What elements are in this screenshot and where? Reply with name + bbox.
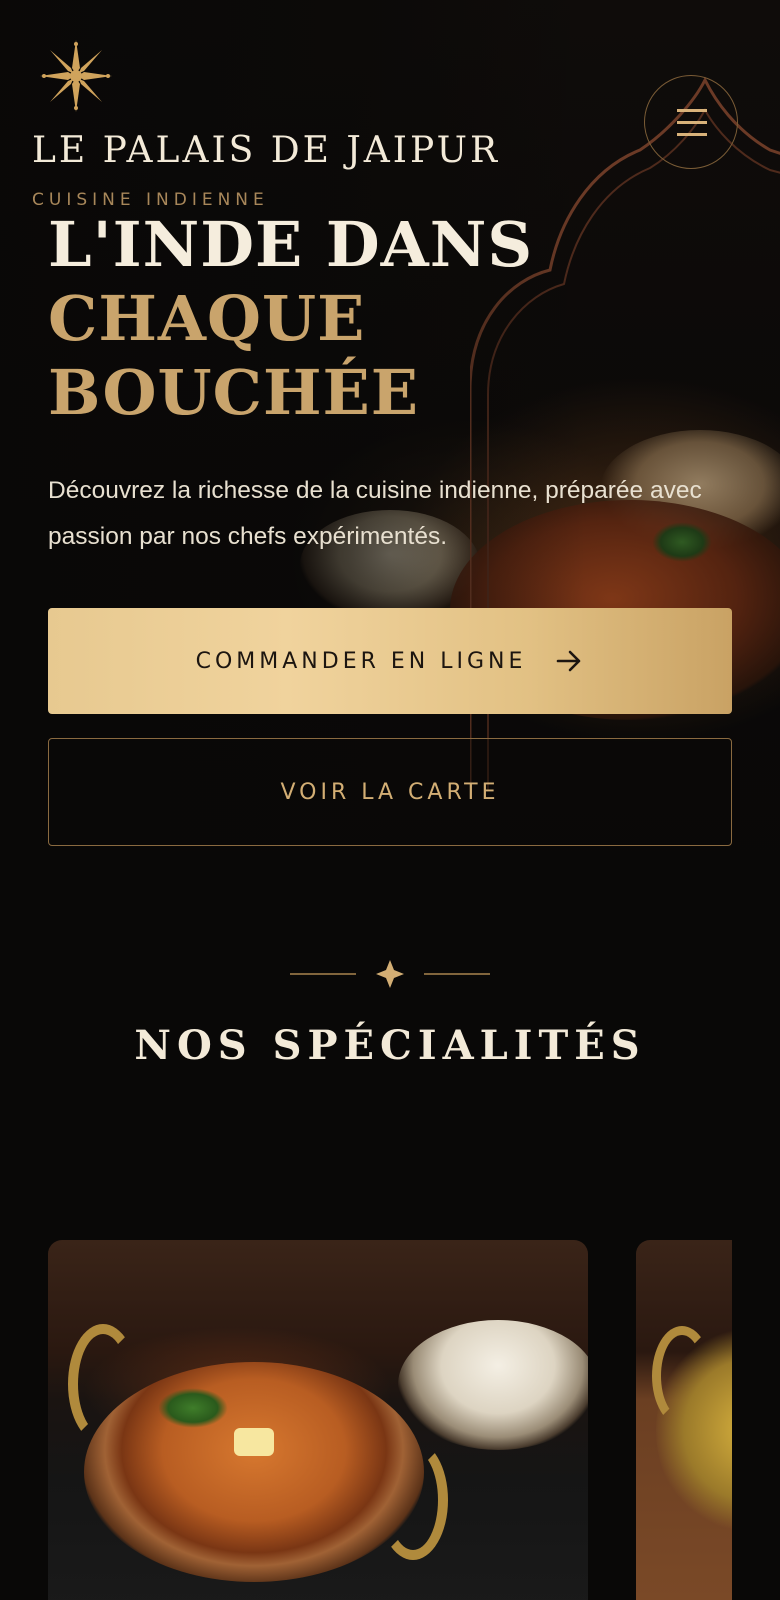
pot-handle — [378, 1440, 448, 1560]
view-menu-button[interactable]: VOIR LA CARTE — [48, 738, 732, 846]
specialties-title: NOS SPÉCIALITÉS — [134, 1022, 646, 1069]
headline-line-2: CHAQUE — [48, 282, 366, 355]
order-online-label: COMMANDER EN LIGNE — [195, 648, 527, 674]
brand-name[interactable]: LE PALAIS DE JAIPUR — [32, 130, 500, 171]
hero-intro-text: Découvrez la richesse de la cuisine indi… — [48, 477, 702, 550]
hamburger-menu-icon — [677, 133, 707, 136]
butter-garnish — [234, 1428, 274, 1456]
hero-headline: L'INDE DANS CHAQUE BOUCHÉE — [48, 208, 533, 430]
pot-handle — [652, 1326, 712, 1426]
specialty-card-butter-chicken[interactable] — [48, 1240, 588, 1600]
sun-mandala-icon[interactable] — [38, 38, 114, 114]
view-menu-label: VOIR LA CARTE — [280, 779, 500, 805]
sparkle-divider-icon — [290, 960, 490, 988]
arrow-right-icon — [557, 650, 581, 672]
rice-bowl-image — [398, 1320, 588, 1450]
headline-line-3: BOUCHÉE — [48, 356, 420, 429]
headline-line-1: L'INDE DANS — [48, 208, 534, 281]
hamburger-menu-icon — [677, 109, 707, 112]
curry-dish-image — [84, 1362, 424, 1582]
hamburger-menu-icon — [677, 121, 707, 124]
brand-subtitle: CUISINE INDIENNE — [32, 190, 269, 210]
specialty-card-next[interactable] — [636, 1240, 732, 1600]
cilantro-garnish — [158, 1388, 228, 1428]
hamburger-menu-button[interactable] — [644, 75, 738, 169]
order-online-button[interactable]: COMMANDER EN LIGNE — [48, 608, 732, 714]
